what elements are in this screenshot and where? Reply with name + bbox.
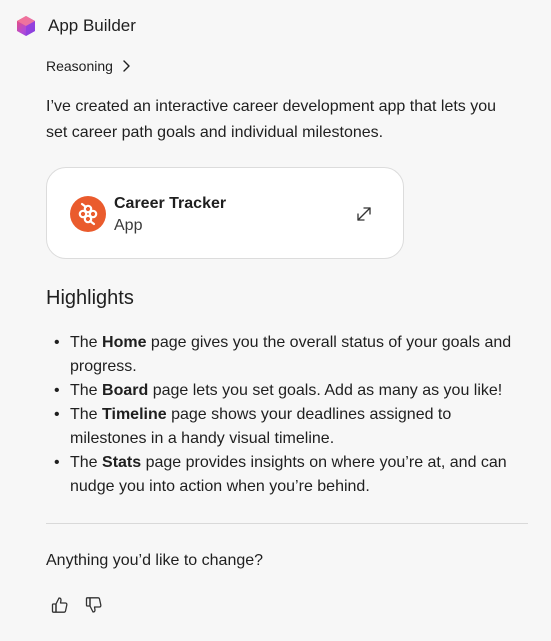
list-item: • The Stats page provides insights on whe… [46, 451, 521, 499]
header: App Builder [14, 14, 136, 38]
item-description: page lets you set goals. Add as many as … [148, 382, 503, 399]
chevron-right-icon [121, 59, 133, 73]
follow-up-question: Anything you’d like to change? [46, 552, 264, 569]
app-builder-logo-icon [14, 14, 38, 38]
highlights-heading: Highlights [46, 287, 134, 309]
app-builder-response: App Builder Reasoning I’ve created an in… [0, 0, 551, 641]
bullet: • [54, 406, 60, 423]
reasoning-label: Reasoning [46, 58, 113, 74]
item-prefix: The [70, 382, 103, 399]
career-tracker-app-card[interactable]: Career Tracker App [46, 167, 404, 259]
item-page-name: Board [102, 382, 149, 399]
item-prefix: The [70, 406, 103, 423]
divider [46, 523, 528, 524]
item-page-name: Home [102, 334, 147, 351]
highlights-list: • The Home page gives you the overall sta… [46, 331, 521, 499]
expand-icon[interactable] [355, 205, 373, 223]
item-prefix: The [70, 454, 103, 471]
bullet: • [54, 382, 60, 399]
card-title: Career Tracker [114, 195, 227, 212]
item-page-name: Timeline [102, 406, 167, 423]
list-item: • The Home page gives you the overall sta… [46, 331, 521, 379]
bullet: • [54, 334, 60, 351]
list-item: • The Board page lets you set goals. Add … [46, 379, 521, 403]
career-tracker-app-icon [70, 196, 106, 232]
card-subtitle: App [114, 217, 143, 234]
bullet: • [54, 454, 60, 471]
feedback-buttons [50, 595, 104, 615]
reasoning-toggle[interactable]: Reasoning [46, 58, 133, 74]
app-name: App Builder [48, 16, 136, 35]
item-page-name: Stats [102, 454, 142, 471]
item-prefix: The [70, 334, 103, 351]
thumbs-down-icon[interactable] [84, 595, 104, 615]
list-item: • The Timeline page shows your deadlines … [46, 403, 521, 451]
intro-text: I’ve created an interactive career devel… [46, 98, 497, 141]
thumbs-up-icon[interactable] [50, 595, 70, 615]
